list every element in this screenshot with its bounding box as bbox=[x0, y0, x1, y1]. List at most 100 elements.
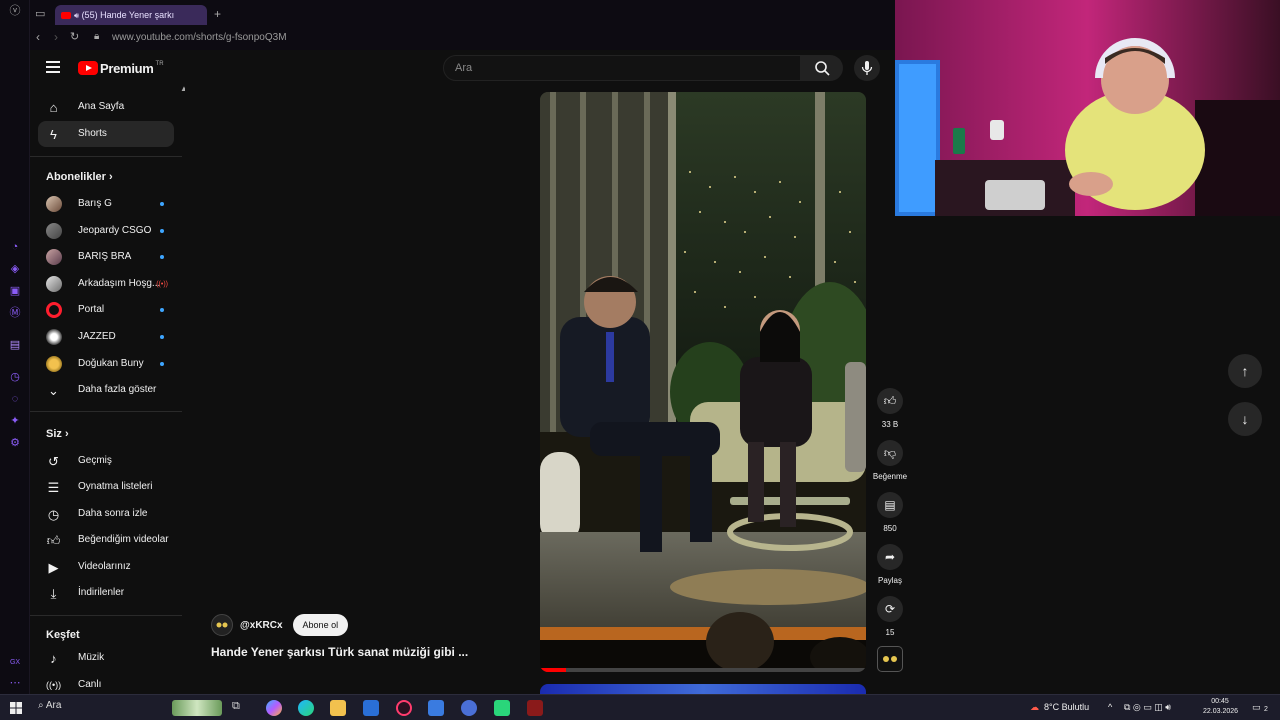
app-icon-2[interactable] bbox=[527, 700, 543, 716]
remix-count: 15 bbox=[885, 628, 895, 637]
previous-short-button[interactable]: ↑ bbox=[1228, 354, 1262, 388]
tab-manager-icon[interactable]: ▭ bbox=[35, 7, 45, 20]
settings-icon[interactable]: ⚙ bbox=[8, 436, 22, 450]
sidebar-item-subscription[interactable]: BARIŞ BRA bbox=[38, 244, 174, 270]
extensions-icon[interactable]: ✦ bbox=[8, 414, 22, 428]
sidebar-item-liked-videos[interactable]: 👍︎ Beğendiğim videolar bbox=[38, 527, 174, 553]
playlist-icon: ☰ bbox=[47, 480, 60, 495]
weather-text[interactable]: 8°C Bulutlu bbox=[1044, 702, 1089, 712]
gx-corner-icon[interactable]: ◈ bbox=[8, 262, 22, 276]
back-icon[interactable]: ‹ bbox=[36, 30, 40, 44]
channel-name[interactable]: @xKRCx bbox=[240, 620, 283, 631]
shorts-icon: ϟ bbox=[50, 127, 57, 142]
url-field[interactable]: www.youtube.com/shorts/g-fsonpoQ3M bbox=[112, 32, 287, 43]
tray-icons[interactable]: ⧉ ◎ ▭ ◫ 🔊︎ bbox=[1124, 702, 1171, 713]
sidebar-item-playlists[interactable]: ☰ Oynatma listeleri bbox=[38, 474, 174, 500]
live-icon: ((•)) bbox=[156, 281, 168, 288]
sidebar-item-shorts[interactable]: ϟ Shorts bbox=[38, 121, 174, 147]
search-highlight-image[interactable] bbox=[172, 700, 222, 716]
notifications-icon[interactable]: ▭ bbox=[1252, 702, 1261, 713]
timer-icon[interactable]: ◌ bbox=[8, 392, 22, 406]
remix-button[interactable]: ⟳ 15 bbox=[876, 596, 904, 637]
lock-icon[interactable]: 🔒︎ bbox=[94, 31, 99, 42]
divider bbox=[30, 411, 182, 412]
show-more-button[interactable]: ⌄ Daha fazla göster bbox=[38, 377, 174, 403]
search-icon bbox=[815, 61, 830, 76]
copilot-icon[interactable] bbox=[266, 700, 282, 716]
short-title[interactable]: Hande Yener şarkısı Türk sanat müziği gi… bbox=[211, 645, 468, 659]
sidebar-item-label: BARIŞ BRA bbox=[78, 251, 132, 262]
channel-row: @xKRCx Abone ol bbox=[211, 614, 349, 636]
sidebar-item-subscription[interactable]: Barış G bbox=[38, 191, 174, 217]
sidebar-item-music[interactable]: ♪ Müzik bbox=[38, 645, 174, 671]
store-icon[interactable] bbox=[363, 700, 379, 716]
next-short-button[interactable]: ↓ bbox=[1228, 402, 1262, 436]
history-rail-icon[interactable]: ◷ bbox=[8, 370, 22, 384]
messenger-icon[interactable]: Ⓜ bbox=[8, 306, 22, 320]
sidebar-item-subscription[interactable]: JAZZED bbox=[38, 324, 174, 350]
subscribe-button[interactable]: Abone ol bbox=[292, 614, 349, 636]
sidebar-item-label: Oynatma listeleri bbox=[78, 481, 153, 492]
sound-avatar[interactable] bbox=[877, 646, 903, 672]
steam-icon[interactable] bbox=[461, 700, 477, 716]
taskbar-search-label: Ara bbox=[45, 700, 62, 711]
divider bbox=[30, 615, 182, 616]
menu-icon[interactable] bbox=[46, 61, 60, 73]
voice-search-button[interactable] bbox=[854, 55, 880, 81]
sidebar-item-watch-later[interactable]: ◷ Daha sonra izle bbox=[38, 501, 174, 527]
next-short-preview[interactable] bbox=[540, 684, 866, 694]
tab-active[interactable]: 🔊︎ (55) Hande Yener şarkı bbox=[55, 5, 207, 25]
task-view-icon[interactable]: ⧉ bbox=[232, 700, 248, 716]
youtube-premium-logo[interactable]: Premium TR bbox=[78, 60, 164, 76]
sidebar-item-live[interactable]: ((•)) Canlı bbox=[38, 672, 174, 694]
subscriptions-header[interactable]: Abonelikler › bbox=[46, 171, 113, 183]
sidebar-item-subscription[interactable]: Jeopardy CSGO bbox=[38, 218, 174, 244]
chevron-right-icon: › bbox=[64, 428, 69, 440]
avatar bbox=[46, 196, 62, 212]
new-tab-button[interactable]: + bbox=[214, 7, 221, 21]
gx-control-icon[interactable]: ◔ bbox=[8, 240, 22, 254]
chevron-up-icon[interactable]: ^ bbox=[1108, 702, 1112, 712]
search-button[interactable] bbox=[801, 55, 843, 81]
sidebar-item-history[interactable]: ↺ Geçmiş bbox=[38, 448, 174, 474]
sidebar-item-subscription[interactable]: Portal bbox=[38, 297, 174, 323]
forward-icon[interactable]: › bbox=[54, 30, 58, 44]
reload-icon[interactable]: ↻ bbox=[70, 30, 79, 43]
windows-start-icon[interactable] bbox=[10, 702, 22, 714]
live-icon: ((•)) bbox=[46, 680, 62, 690]
share-button[interactable]: ➦ Paylaş bbox=[876, 544, 904, 585]
weather-icon: ☁ bbox=[1030, 702, 1039, 712]
download-icon: ⤓ bbox=[50, 586, 57, 601]
edge-icon[interactable] bbox=[298, 700, 314, 716]
short-video-player[interactable] bbox=[540, 92, 866, 672]
youtube-favicon-icon bbox=[61, 12, 71, 20]
opera-gx-icon[interactable]: ⓥ bbox=[8, 4, 22, 18]
avatar bbox=[46, 302, 62, 318]
dislike-button[interactable]: 👎︎ Beğenme bbox=[873, 440, 907, 481]
taskbar-clock[interactable]: 00:45 22.03.2026 bbox=[1203, 697, 1238, 717]
file-explorer-icon[interactable] bbox=[330, 700, 346, 716]
speaker-icon[interactable]: 🔊︎ bbox=[74, 11, 79, 20]
thumbs-up-icon: 👍︎ bbox=[877, 388, 903, 414]
scroll-up-icon[interactable]: ▲ bbox=[180, 84, 185, 93]
you-header[interactable]: Siz › bbox=[46, 428, 69, 440]
sidebar-item-downloads[interactable]: ⤓ İndirilenler bbox=[38, 580, 174, 606]
more-icon[interactable]: ⋯ bbox=[8, 676, 22, 690]
like-button[interactable]: 👍︎ 33 B bbox=[876, 388, 904, 429]
opera-gx-taskbar-icon[interactable] bbox=[396, 700, 412, 716]
sidebar-item-subscription[interactable]: Arkadaşım Hoşg... ((•)) bbox=[38, 271, 174, 297]
spotify-icon[interactable] bbox=[494, 700, 510, 716]
comments-button[interactable]: ▤ 850 bbox=[876, 492, 904, 533]
sidebar-item-subscription[interactable]: Doğukan Buny bbox=[38, 351, 174, 377]
sidebar-item-your-videos[interactable]: ▶ Videolarınız bbox=[38, 554, 174, 580]
comment-count: 850 bbox=[883, 524, 897, 533]
taskbar-search[interactable]: ⌕ Ara bbox=[38, 700, 61, 711]
channel-avatar[interactable] bbox=[211, 614, 233, 636]
sidebar-item-home[interactable]: ⌂ Ana Sayfa bbox=[38, 94, 174, 120]
twitch-icon[interactable]: ▤ bbox=[8, 338, 22, 352]
player-icon[interactable]: ▣ bbox=[8, 284, 22, 298]
app-icon[interactable] bbox=[428, 700, 444, 716]
avatar bbox=[46, 223, 62, 239]
sidebar-item-label: Arkadaşım Hoşg... bbox=[78, 278, 161, 289]
search-input[interactable]: Ara bbox=[443, 55, 801, 81]
